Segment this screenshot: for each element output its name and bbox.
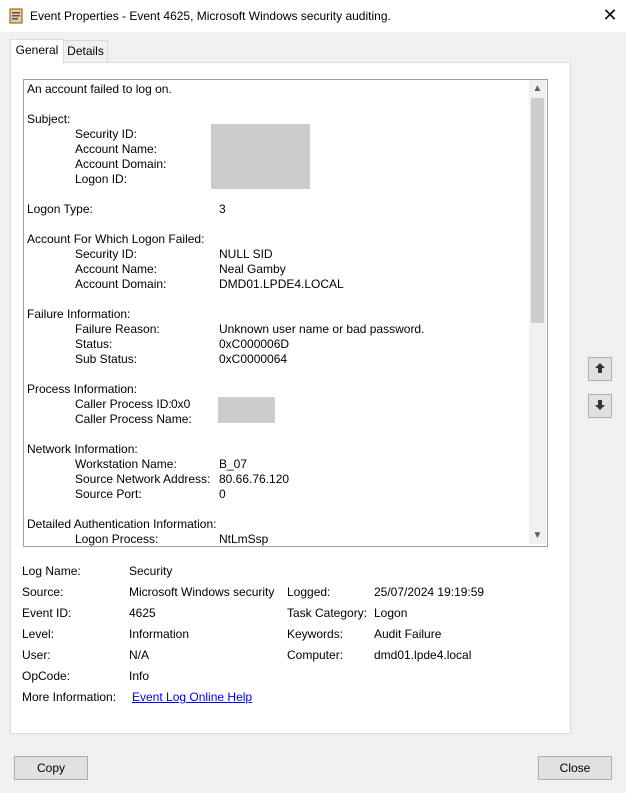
failed-account-domain-label: Account Domain: [75,277,167,291]
previous-event-button[interactable] [588,357,612,381]
tab-details[interactable]: Details [63,40,108,63]
computer-value: dmd01.lpde4.local [374,648,472,662]
workstation-name-label: Workstation Name: [75,457,177,471]
auth-heading: Detailed Authentication Information: [27,517,217,531]
event-id-label: Event ID: [22,606,72,620]
failed-account-name-value: Neal Gamby [219,262,286,276]
caller-process-name-label: Caller Process Name: [75,412,192,426]
logon-process-label: Logon Process: [75,532,159,546]
source-port-value: 0 [219,487,226,501]
scroll-up-icon[interactable]: ▲ [529,80,546,97]
logon-process-value: NtLmSsp [219,532,269,546]
level-value: Information [129,627,190,641]
source-address-value: 80.66.76.120 [219,472,290,486]
tab-general[interactable]: General [10,39,64,63]
failed-security-id-value: NULL SID [219,247,273,261]
subject-security-id-label: Security ID: [75,127,138,141]
failed-account-heading: Account For Which Logon Failed: [27,232,205,246]
event-id-value: 4625 [129,606,156,620]
source-address-label: Source Network Address: [75,472,211,486]
process-heading: Process Information: [27,382,138,396]
caller-process-id-value: 0x0 [171,397,191,411]
failed-security-id-label: Security ID: [75,247,138,261]
window-title: Event Properties - Event 4625, Microsoft… [30,9,391,23]
event-description-box[interactable]: An account failed to log on. Subject: Se… [23,79,548,547]
subject-heading: Subject: [27,112,71,126]
failed-account-domain-value: DMD01.LPDE4.LOCAL [219,277,344,291]
opcode-value: Info [129,669,150,683]
task-category-label: Task Category: [287,606,368,620]
log-name-label: Log Name: [22,564,81,578]
logged-value: 25/07/2024 19:19:59 [374,585,485,599]
source-port-label: Source Port: [75,487,142,501]
more-information-label: More Information: [22,690,117,704]
subject-account-domain-label: Account Domain: [75,157,167,171]
redacted-subject-block [211,124,310,189]
log-name-value: Security [129,564,173,578]
subject-logon-id-label: Logon ID: [75,172,128,186]
user-value: N/A [129,648,150,662]
source-value: Microsoft Windows security [129,585,275,599]
logon-type-label: Logon Type: [27,202,93,216]
redacted-process-name [218,397,275,423]
arrow-up-icon [595,363,605,373]
failure-heading: Failure Information: [27,307,131,321]
network-heading: Network Information: [27,442,138,456]
caller-process-id-label: Caller Process ID: [75,397,172,411]
failure-status-value: 0xC000006D [219,337,290,351]
failure-reason-value: Unknown user name or bad password. [219,322,425,336]
user-label: User: [22,648,51,662]
close-icon[interactable]: ✕ [598,4,622,28]
subject-account-name-label: Account Name: [75,142,158,156]
title-bar: Event Properties - Event 4625, Microsoft… [0,0,626,32]
logged-label: Logged: [287,585,331,599]
next-event-button[interactable] [588,394,612,418]
failure-reason-label: Failure Reason: [75,322,160,336]
failure-sub-status-label: Sub Status: [75,352,138,366]
failure-status-label: Status: [75,337,113,351]
close-button[interactable]: Close [538,756,612,780]
scroll-down-icon[interactable]: ▼ [529,527,546,544]
event-log-online-help-link[interactable]: Event Log Online Help [132,690,252,705]
logon-type-value: 3 [219,202,226,216]
workstation-name-value: B_07 [219,457,248,471]
source-label: Source: [22,585,64,599]
scroll-thumb[interactable] [531,98,544,323]
task-category-value: Logon [374,606,408,620]
keywords-value: Audit Failure [374,627,442,641]
level-label: Level: [22,627,55,641]
failure-sub-status-value: 0xC0000064 [219,352,288,366]
arrow-down-icon [595,400,605,410]
opcode-label: OpCode: [22,669,71,683]
failed-account-name-label: Account Name: [75,262,158,276]
description-intro: An account failed to log on. [27,82,172,96]
copy-button[interactable]: Copy [14,756,88,780]
keywords-label: Keywords: [287,627,344,641]
computer-label: Computer: [287,648,344,662]
event-viewer-icon [9,8,23,24]
